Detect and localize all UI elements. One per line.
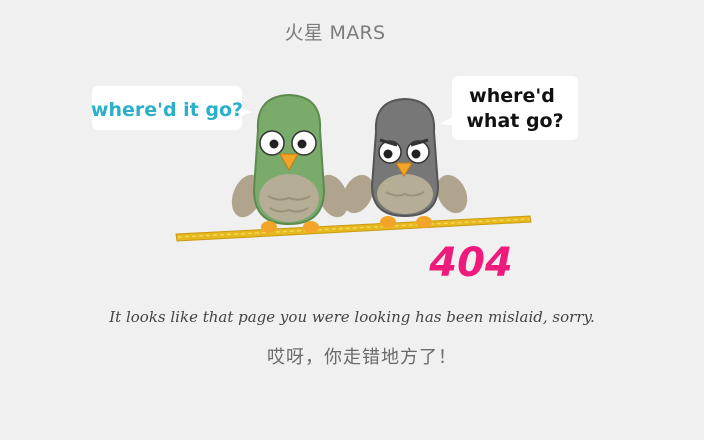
error-code: 404 [428,240,513,286]
lost-birds-illustration: where'd it go? where'd what go? 404 [91,76,578,286]
right-bubble-text-line1: where'd [469,85,555,107]
error-message-chinese: 哎呀，你走错地方了！ [267,347,457,368]
rope [175,215,532,242]
left-bubble-text: where'd it go? [91,99,243,121]
green-bird [231,93,349,233]
error-message-english: It looks like that page you were looking… [109,308,595,326]
left-speech-bubble: where'd it go? [91,86,252,130]
error-page: 火星 MARS where'd it go? where'd what go? [0,0,704,440]
right-bubble-text-line2: what go? [466,110,563,132]
right-speech-bubble: where'd what go? [440,76,578,140]
